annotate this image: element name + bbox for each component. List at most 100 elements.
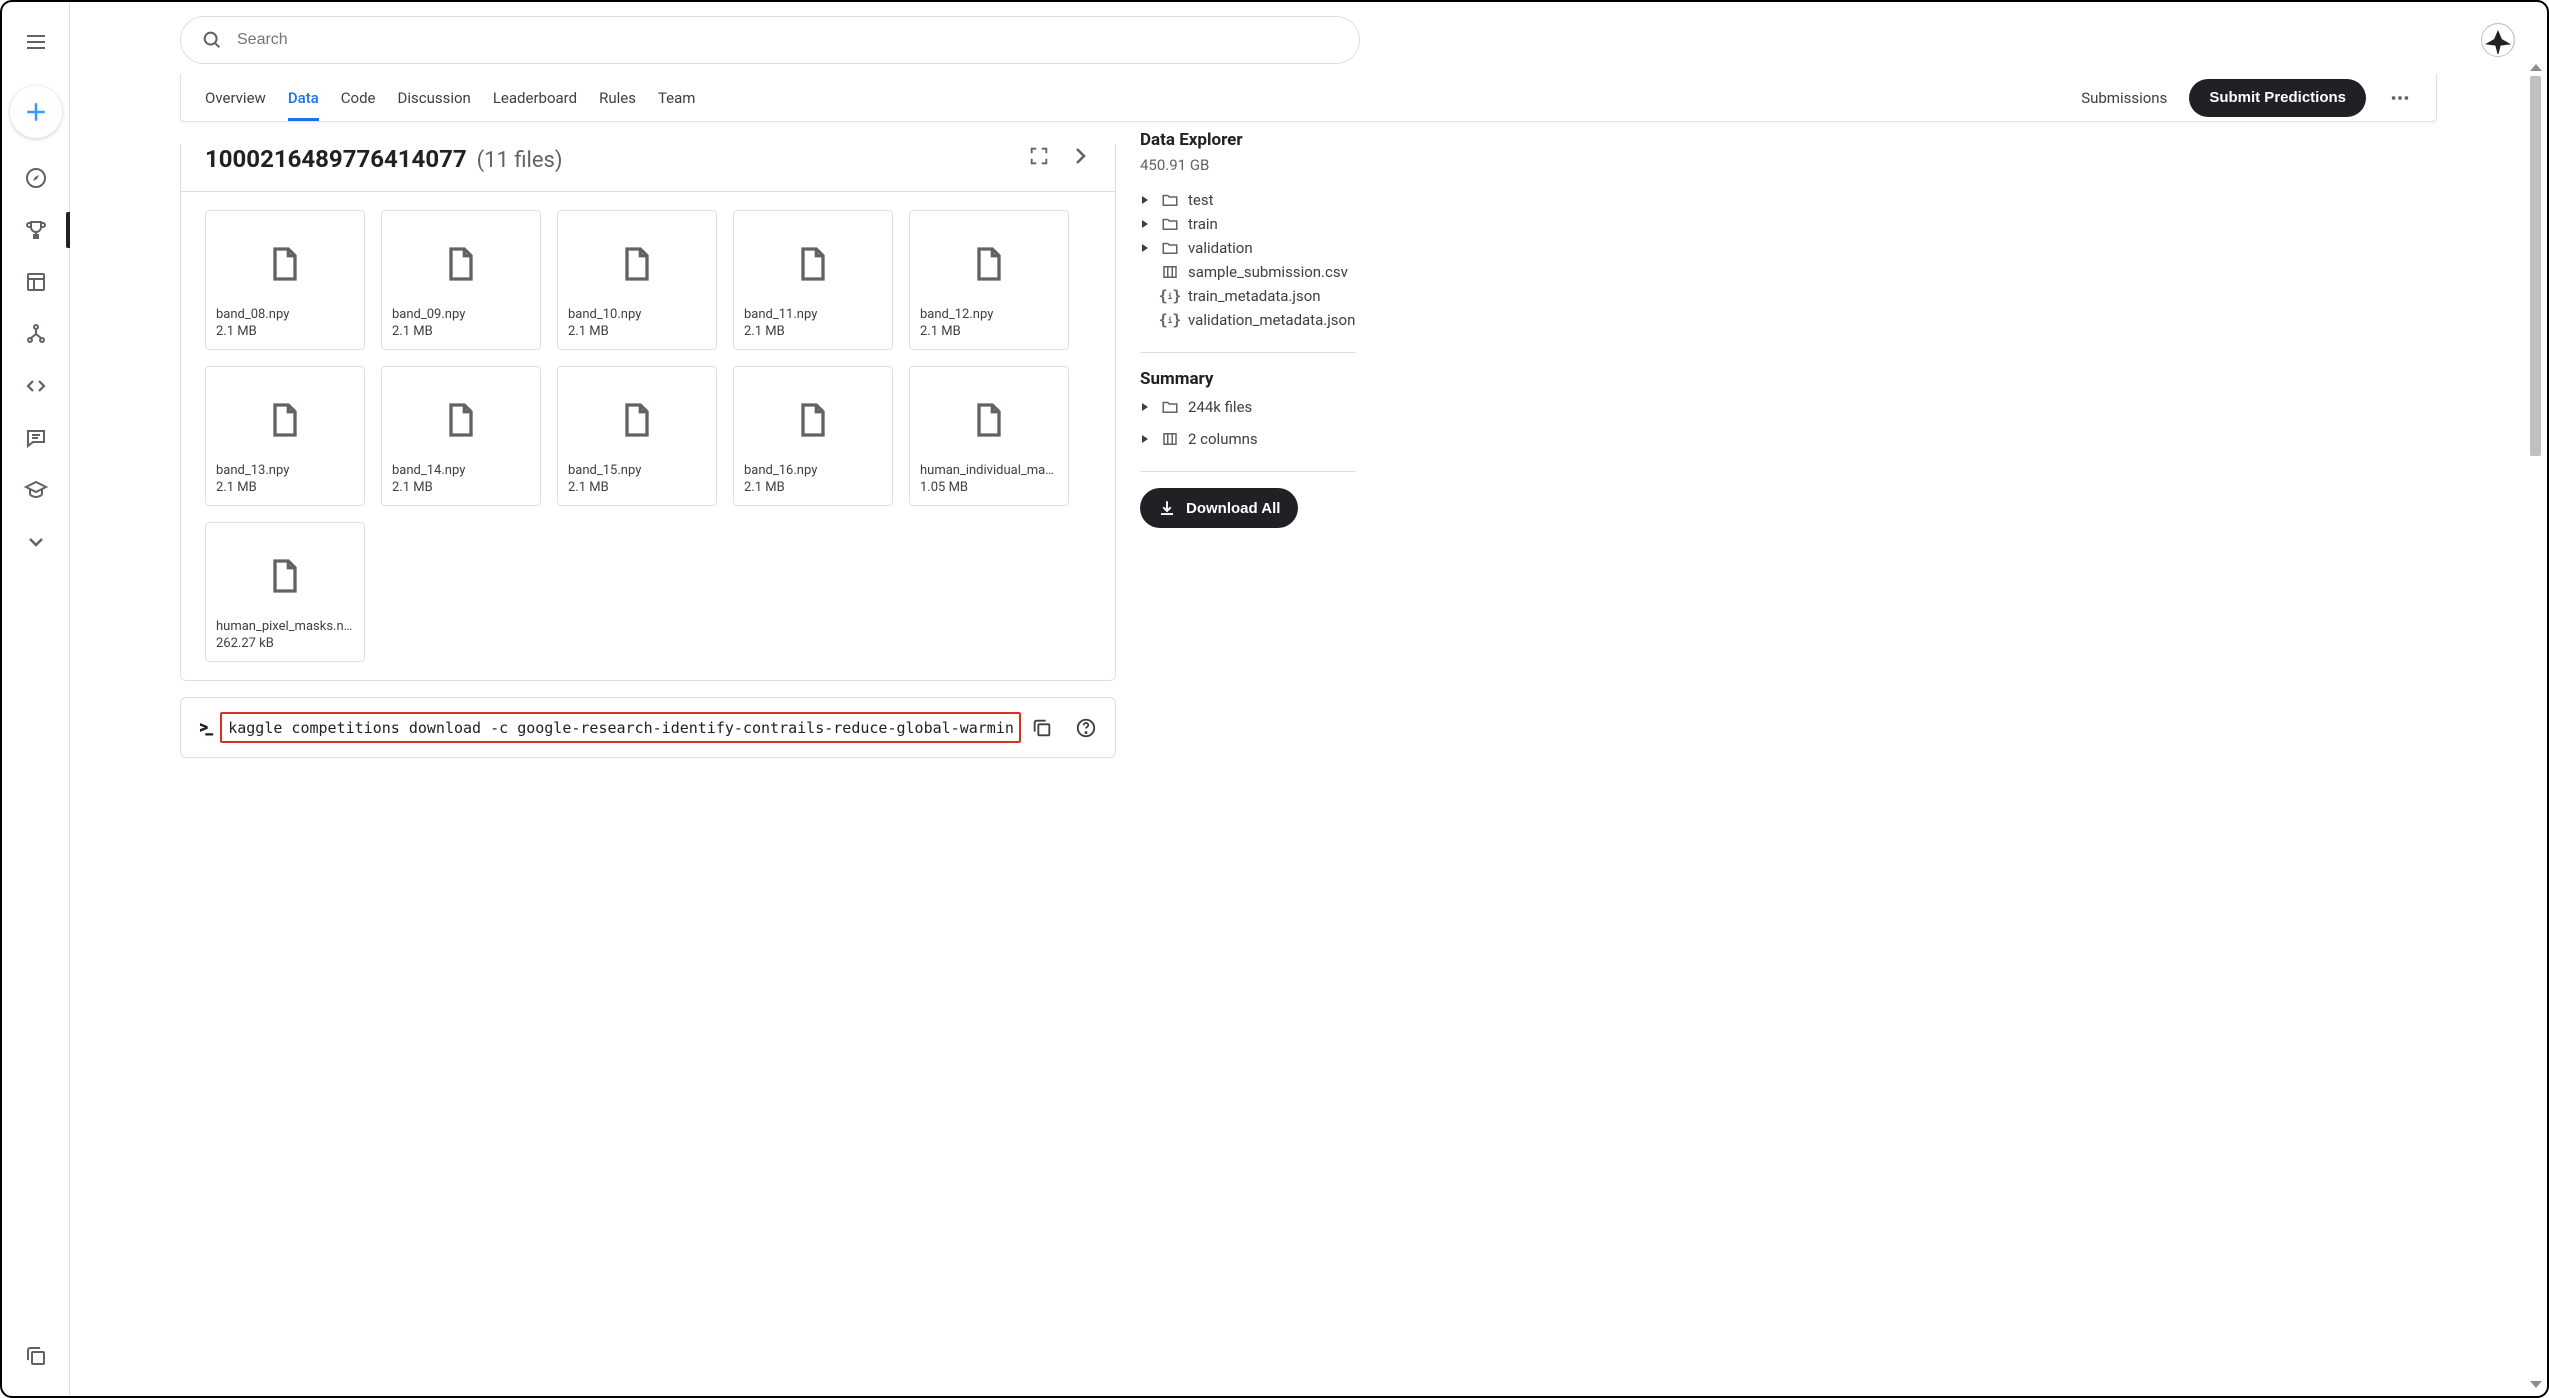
file-icon xyxy=(744,377,882,463)
file-size: 2.1 MB xyxy=(392,324,530,339)
file-tree: test train validation sample_submission.… xyxy=(1140,188,1356,332)
file-card[interactable]: band_08.npy 2.1 MB xyxy=(205,210,365,350)
file-size: 2.1 MB xyxy=(216,480,354,495)
tree-label: validation_metadata.json xyxy=(1188,311,1355,329)
file-card[interactable]: band_16.npy 2.1 MB xyxy=(733,366,893,506)
file-size: 2.1 MB xyxy=(920,324,1058,339)
tree-label: sample_submission.csv xyxy=(1188,263,1348,281)
tree-label: validation xyxy=(1188,239,1253,257)
submissions-link[interactable]: Submissions xyxy=(2081,89,2167,107)
file-card[interactable]: band_10.npy 2.1 MB xyxy=(557,210,717,350)
submit-predictions-button[interactable]: Submit Predictions xyxy=(2189,79,2366,117)
summary-columns-row[interactable]: 2 columns xyxy=(1140,427,1356,451)
file-icon xyxy=(392,377,530,463)
file-size: 2.1 MB xyxy=(216,324,354,339)
tab-code[interactable]: Code xyxy=(341,74,376,121)
file-name: band_09.npy xyxy=(392,307,530,322)
tab-data[interactable]: Data xyxy=(288,74,319,121)
file-card[interactable]: band_12.npy 2.1 MB xyxy=(909,210,1069,350)
file-name: human_individual_mas... xyxy=(920,463,1058,478)
download-command-input[interactable] xyxy=(228,719,1013,737)
tree-label: test xyxy=(1188,191,1214,209)
left-nav-rail xyxy=(2,2,70,1396)
tab-leaderboard[interactable]: Leaderboard xyxy=(493,74,577,121)
terminal-prompt-icon: >_ xyxy=(199,717,210,738)
search-box[interactable] xyxy=(180,16,1360,64)
file-name: band_14.npy xyxy=(392,463,530,478)
right-sidebar: Data Explorer 450.91 GB test train valid… xyxy=(1116,122,1362,1396)
json-icon: {i} xyxy=(1160,287,1180,305)
file-icon xyxy=(568,221,706,307)
copy-icon[interactable] xyxy=(1031,717,1053,739)
file-card[interactable]: band_13.npy 2.1 MB xyxy=(205,366,365,506)
education-icon[interactable] xyxy=(14,468,58,512)
tab-discussion[interactable]: Discussion xyxy=(398,74,471,121)
comment-icon[interactable] xyxy=(14,416,58,460)
file-name: band_16.npy xyxy=(744,463,882,478)
download-command-bar: >_ xyxy=(180,697,1116,758)
file-icon xyxy=(216,533,354,619)
folder-icon xyxy=(1160,191,1180,209)
collections-icon[interactable] xyxy=(14,1334,58,1378)
file-size: 2.1 MB xyxy=(568,324,706,339)
more-horizontal-icon[interactable] xyxy=(2388,86,2412,110)
tab-overview[interactable]: Overview xyxy=(205,74,266,121)
tree-file[interactable]: {i} validation_metadata.json xyxy=(1140,308,1356,332)
file-card[interactable]: human_pixel_masks.npy 262.27 kB xyxy=(205,522,365,662)
file-name: band_10.npy xyxy=(568,307,706,322)
file-name: band_08.npy xyxy=(216,307,354,322)
tab-rules[interactable]: Rules xyxy=(599,74,636,121)
chevron-down-icon[interactable] xyxy=(14,520,58,564)
file-card[interactable]: human_individual_mas... 1.05 MB xyxy=(909,366,1069,506)
fullscreen-icon[interactable] xyxy=(1028,145,1050,167)
file-card[interactable]: band_11.npy 2.1 MB xyxy=(733,210,893,350)
trophy-icon[interactable] xyxy=(14,208,58,252)
download-all-button[interactable]: Download All xyxy=(1140,488,1298,528)
tree-file[interactable]: sample_submission.csv xyxy=(1140,260,1356,284)
file-icon xyxy=(920,377,1058,463)
file-size: 2.1 MB xyxy=(744,324,882,339)
scrollbar-thumb[interactable] xyxy=(2530,76,2541,456)
tree-folder[interactable]: train xyxy=(1140,212,1356,236)
table-icon[interactable] xyxy=(14,260,58,304)
file-card[interactable]: band_09.npy 2.1 MB xyxy=(381,210,541,350)
columns-icon xyxy=(1160,430,1180,448)
network-icon[interactable] xyxy=(14,312,58,356)
code-icon[interactable] xyxy=(14,364,58,408)
file-card[interactable]: band_15.npy 2.1 MB xyxy=(557,366,717,506)
user-avatar[interactable] xyxy=(2481,23,2515,57)
json-icon: {i} xyxy=(1160,311,1180,329)
tree-file[interactable]: {i} train_metadata.json xyxy=(1140,284,1356,308)
file-size: 2.1 MB xyxy=(392,480,530,495)
file-size: 2.1 MB xyxy=(744,480,882,495)
tab-team[interactable]: Team xyxy=(658,74,696,121)
search-input[interactable] xyxy=(237,31,1339,49)
chevron-right-icon[interactable] xyxy=(1068,144,1092,168)
file-size: 2.1 MB xyxy=(568,480,706,495)
file-icon xyxy=(744,221,882,307)
file-card[interactable]: band_14.npy 2.1 MB xyxy=(381,366,541,506)
search-icon xyxy=(201,29,223,51)
create-button[interactable] xyxy=(10,86,62,138)
dataset-size: 450.91 GB xyxy=(1140,156,1356,174)
summary-files-row[interactable]: 244k files xyxy=(1140,395,1356,419)
folder-title: 1000216489776414077 xyxy=(205,145,467,173)
file-name: band_15.npy xyxy=(568,463,706,478)
folder-icon xyxy=(1160,215,1180,233)
file-icon xyxy=(216,221,354,307)
file-name: band_13.npy xyxy=(216,463,354,478)
file-size: 1.05 MB xyxy=(920,480,1058,495)
file-name: human_pixel_masks.npy xyxy=(216,619,354,634)
tabs-bar: Overview Data Code Discussion Leaderboar… xyxy=(180,74,2437,122)
hamburger-menu-icon[interactable] xyxy=(14,20,58,64)
tree-folder[interactable]: test xyxy=(1140,188,1356,212)
compass-icon[interactable] xyxy=(14,156,58,200)
data-explorer-heading: Data Explorer xyxy=(1140,130,1356,150)
vertical-scrollbar[interactable] xyxy=(2529,64,2543,1388)
file-icon xyxy=(568,377,706,463)
help-icon[interactable] xyxy=(1075,717,1097,739)
summary-files-label: 244k files xyxy=(1188,398,1252,416)
tree-label: train_metadata.json xyxy=(1188,287,1321,305)
tree-folder[interactable]: validation xyxy=(1140,236,1356,260)
folder-file-count: (11 files) xyxy=(477,148,563,173)
